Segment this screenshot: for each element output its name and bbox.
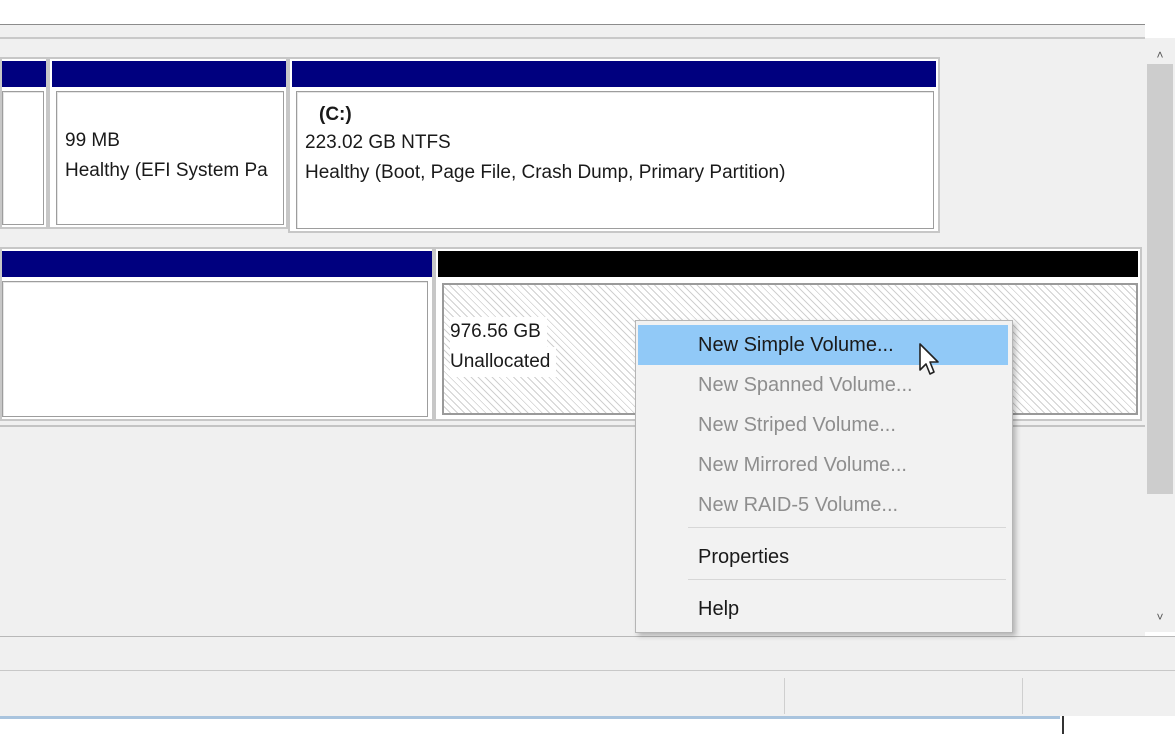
status-separator	[1022, 678, 1023, 714]
efi-size: 99 MB	[65, 130, 120, 151]
horizontal-scroll-area	[0, 636, 1175, 670]
c-drive-size: 223.02 GB NTFS	[305, 132, 451, 153]
arrow-cursor-icon	[919, 343, 939, 375]
partition-header	[292, 61, 936, 87]
menu-separator	[688, 527, 1006, 528]
menu-new-simple-volume[interactable]: New Simple Volume...	[638, 325, 1008, 365]
partition-body: 99 MB Healthy (EFI System Pa	[56, 91, 284, 225]
menu-new-striped-volume[interactable]: New Striped Volume...	[638, 405, 1008, 445]
disk0-efi-partition[interactable]: 99 MB Healthy (EFI System Pa	[48, 57, 288, 229]
unallocated-header	[438, 251, 1138, 277]
partition-body	[2, 91, 44, 225]
status-separator	[784, 678, 785, 714]
unallocated-size: 976.56 GB	[450, 317, 547, 347]
c-drive-status: Healthy (Boot, Page File, Crash Dump, Pr…	[305, 162, 786, 183]
taskbar-divider	[1062, 716, 1064, 734]
context-menu: New Simple Volume... New Spanned Volume.…	[635, 320, 1013, 633]
menu-new-raid5-volume[interactable]: New RAID-5 Volume...	[638, 485, 1008, 525]
menu-separator	[688, 579, 1006, 580]
taskbar-area	[0, 719, 1175, 734]
partition-header	[2, 251, 432, 277]
partition-body: (C:) 223.02 GB NTFS Healthy (Boot, Page …	[296, 91, 934, 229]
menu-new-spanned-volume[interactable]: New Spanned Volume...	[638, 365, 1008, 405]
menu-help[interactable]: Help	[638, 589, 1008, 629]
pane-top-divider	[0, 37, 1145, 39]
partition-header	[52, 61, 286, 87]
scroll-down-icon[interactable]: ˅	[1145, 606, 1175, 628]
efi-status: Healthy (EFI System Pa	[65, 160, 268, 181]
menu-properties[interactable]: Properties	[638, 537, 1008, 577]
partition-header	[2, 61, 46, 87]
disk1-leading-partition[interactable]	[0, 247, 434, 421]
status-bar	[0, 670, 1175, 716]
disk0-leading-partition[interactable]	[0, 57, 48, 229]
c-drive-label: (C:)	[319, 104, 352, 125]
unallocated-status: Unallocated	[450, 347, 557, 377]
scroll-up-icon[interactable]: ˄	[1145, 44, 1175, 66]
scrollbar-thumb[interactable]	[1147, 64, 1173, 494]
partition-body	[2, 281, 428, 417]
menu-new-mirrored-volume[interactable]: New Mirrored Volume...	[638, 445, 1008, 485]
disk0-c-partition[interactable]: (C:) 223.02 GB NTFS Healthy (Boot, Page …	[288, 57, 940, 233]
title-area	[0, 0, 1175, 24]
